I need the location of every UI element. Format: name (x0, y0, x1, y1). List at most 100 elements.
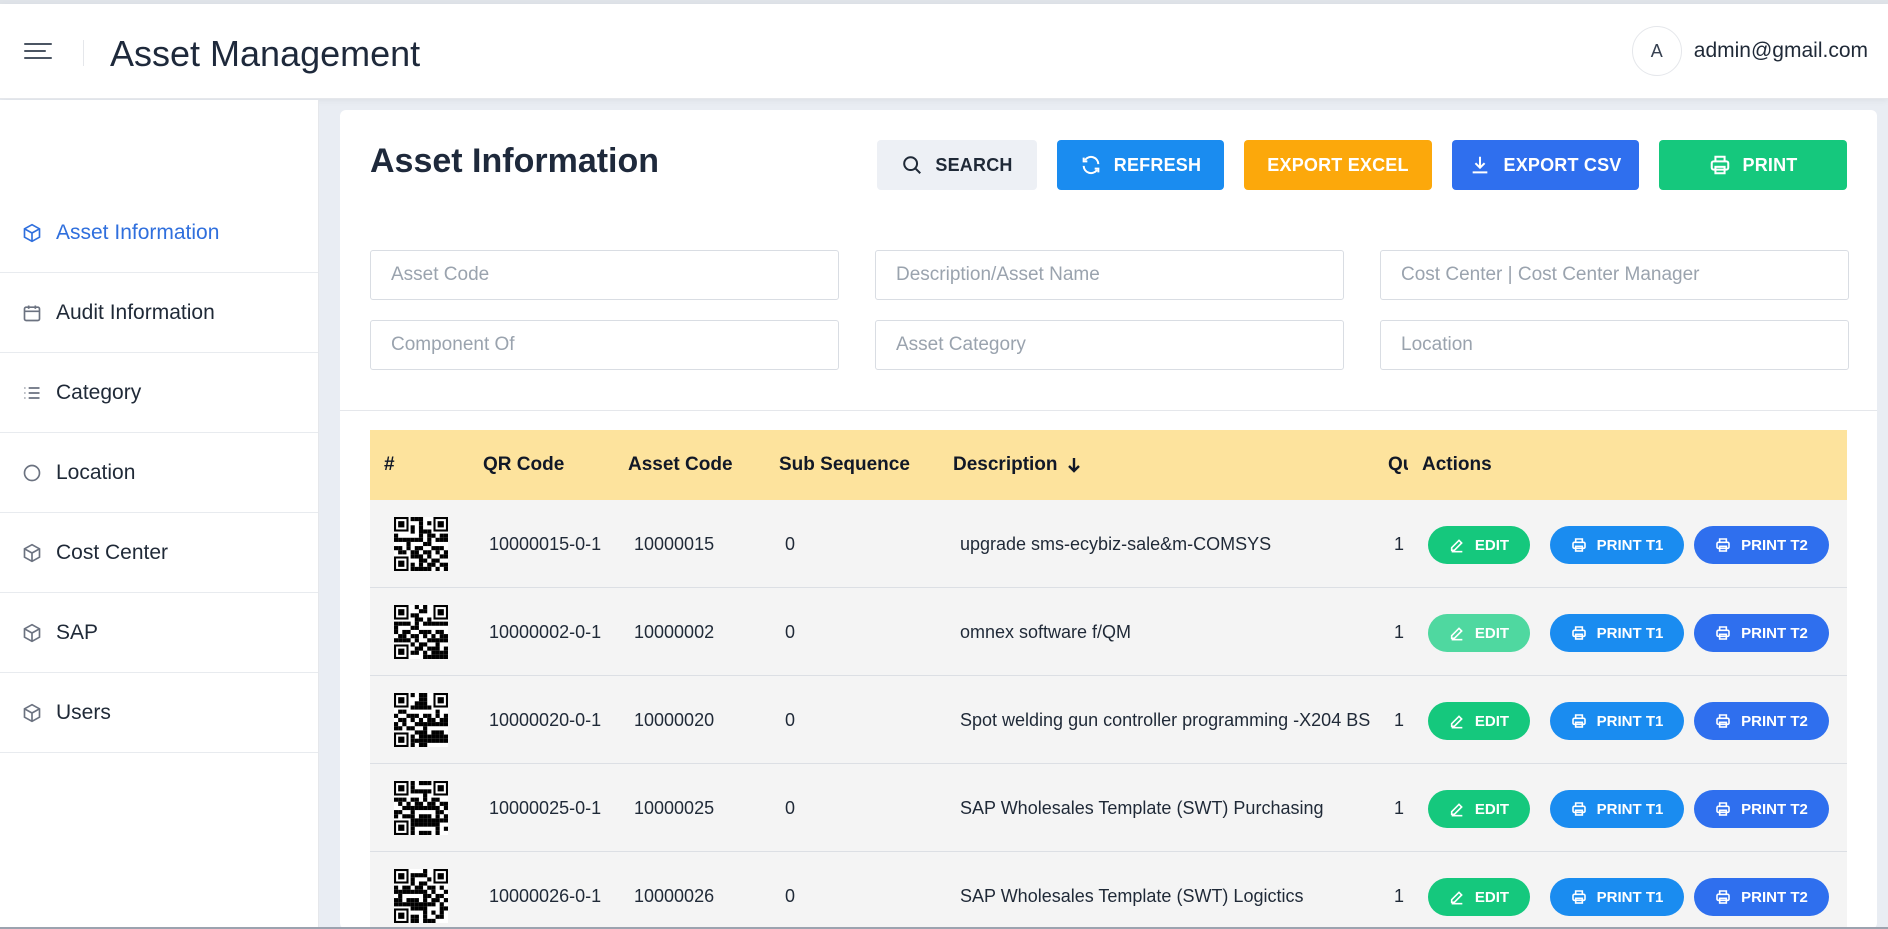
print-t1-button-label: PRINT T1 (1596, 536, 1664, 554)
printer-icon (1571, 801, 1587, 817)
description-value: upgrade sms-ecybiz-sale&m-COMSYS (960, 533, 1272, 554)
download-icon (1473, 156, 1488, 174)
circle-icon (23, 464, 41, 481)
sub-sequence-value: 0 (785, 621, 796, 642)
column-header-description-label: Description (953, 454, 1058, 475)
print-t1-button-label: PRINT T1 (1596, 888, 1664, 906)
qr-code-image (394, 693, 448, 747)
qty-value: 1 (1394, 533, 1405, 554)
sidebar-item-cost-center[interactable]: Cost Center (0, 513, 318, 593)
edit-button[interactable]: EDIT (1428, 614, 1530, 652)
print-t2-button[interactable]: PRINT T2 (1694, 614, 1829, 652)
table-row: 10000002-0-1 10000002 0 omnex software f… (370, 588, 1847, 676)
qr-code-value: 10000002-0-1 (489, 621, 602, 642)
component-of-input[interactable] (370, 320, 839, 370)
print-t2-button-label: PRINT T2 (1741, 800, 1808, 818)
sidebar-item-label: Category (56, 380, 142, 404)
print-t1-button[interactable]: PRINT T1 (1550, 526, 1684, 564)
qty-value: 1 (1394, 885, 1405, 906)
sidebar-item-asset-information[interactable]: Asset Information (0, 193, 318, 273)
sidebar: Asset Information Audit Information Cate… (0, 100, 319, 929)
sub-sequence-value: 0 (785, 885, 796, 906)
search-button[interactable]: SEARCH (877, 140, 1037, 190)
asset-code-input[interactable] (370, 250, 839, 300)
main-panel: Asset Information SEARCH REFRESH EXPORT … (340, 110, 1877, 929)
pencil-icon (1449, 889, 1465, 905)
avatar[interactable]: A (1631, 26, 1682, 76)
export-csv-button-label: EXPORT CSV (1503, 154, 1622, 175)
sidebar-item-audit-information[interactable]: Audit Information (0, 273, 318, 353)
print-t1-button[interactable]: PRINT T1 (1550, 878, 1684, 916)
asset-category-input[interactable] (875, 320, 1344, 370)
app-title: Asset Management (110, 33, 421, 74)
hamburger-menu-icon[interactable] (24, 38, 58, 64)
table-row: 10000025-0-1 10000025 0 SAP Wholesales T… (370, 764, 1847, 852)
table-row: 10000015-0-1 10000015 0 upgrade sms-ecyb… (370, 500, 1847, 588)
printer-icon (1710, 155, 1729, 175)
location-input[interactable] (1380, 320, 1849, 370)
print-t2-button-label: PRINT T2 (1741, 888, 1808, 906)
description-input[interactable] (875, 250, 1344, 300)
sidebar-item-label: Users (56, 700, 111, 724)
sidebar-item-label: Audit Information (56, 300, 215, 324)
column-header-qr-code[interactable]: QR Code (483, 430, 564, 500)
sidebar-item-location[interactable]: Location (0, 433, 318, 513)
description-value: omnex software f/QM (960, 621, 1132, 642)
qr-code-image (394, 605, 448, 659)
qr-code-cell (394, 852, 448, 929)
sidebar-item-label: Location (56, 460, 136, 484)
qr-code-image (394, 781, 448, 835)
cube-icon (23, 703, 41, 722)
sidebar-item-sap[interactable]: SAP (0, 593, 318, 673)
user-menu[interactable]: A admin@gmail.com (1631, 26, 1868, 76)
print-t1-button-label: PRINT T1 (1596, 800, 1664, 818)
export-csv-button[interactable]: EXPORT CSV (1452, 140, 1639, 190)
print-t1-button[interactable]: PRINT T1 (1550, 790, 1684, 828)
print-button[interactable]: PRINT (1659, 140, 1847, 190)
export-excel-button[interactable]: EXPORT EXCEL (1244, 140, 1432, 190)
pencil-icon (1449, 713, 1465, 729)
sub-sequence-value: 0 (785, 533, 796, 554)
edit-button[interactable]: EDIT (1428, 526, 1530, 564)
cost-center-input[interactable] (1380, 250, 1849, 300)
print-t2-button[interactable]: PRINT T2 (1694, 702, 1829, 740)
qr-code-image (394, 517, 448, 571)
print-t2-button[interactable]: PRINT T2 (1694, 878, 1829, 916)
section-divider (340, 410, 1877, 411)
refresh-icon (1082, 155, 1100, 175)
qr-code-cell (394, 500, 448, 588)
list-icon (24, 386, 40, 399)
sidebar-item-category[interactable]: Category (0, 353, 318, 433)
column-header-sub-sequence[interactable]: Sub Sequence (779, 430, 910, 500)
qr-code-cell (394, 588, 448, 676)
edit-button-label: EDIT (1474, 800, 1510, 818)
edit-button-label: EDIT (1474, 536, 1510, 554)
column-header-index[interactable]: # (384, 430, 395, 500)
asset-code-value: 10000002 (634, 621, 715, 642)
sidebar-item-label: SAP (56, 620, 99, 644)
export-excel-button-label: EXPORT EXCEL (1267, 154, 1409, 175)
arrow-down-icon (1067, 458, 1080, 473)
asset-code-value: 10000020 (634, 709, 715, 730)
table-body: 10000015-0-1 10000015 0 upgrade sms-ecyb… (370, 500, 1847, 929)
description-value: SAP Wholesales Template (SWT) Purchasing (960, 797, 1324, 818)
printer-icon (1715, 801, 1731, 817)
user-email[interactable]: admin@gmail.com (1694, 39, 1868, 63)
column-header-description[interactable]: Description (953, 430, 1082, 500)
printer-icon (1571, 889, 1587, 905)
qr-code-value: 10000015-0-1 (489, 533, 602, 554)
sidebar-item-users[interactable]: Users (0, 673, 318, 753)
edit-button[interactable]: EDIT (1428, 790, 1530, 828)
edit-button-label: EDIT (1474, 624, 1510, 642)
print-t2-button[interactable]: PRINT T2 (1694, 526, 1829, 564)
print-t1-button[interactable]: PRINT T1 (1550, 702, 1684, 740)
edit-button[interactable]: EDIT (1428, 878, 1530, 916)
pencil-icon (1449, 625, 1465, 641)
qr-code-image (394, 869, 448, 923)
edit-button[interactable]: EDIT (1428, 702, 1530, 740)
column-header-qty[interactable]: Qu (1388, 430, 1408, 500)
print-t1-button[interactable]: PRINT T1 (1550, 614, 1684, 652)
refresh-button[interactable]: REFRESH (1057, 140, 1224, 190)
print-t2-button[interactable]: PRINT T2 (1694, 790, 1829, 828)
column-header-asset-code[interactable]: Asset Code (628, 430, 733, 500)
